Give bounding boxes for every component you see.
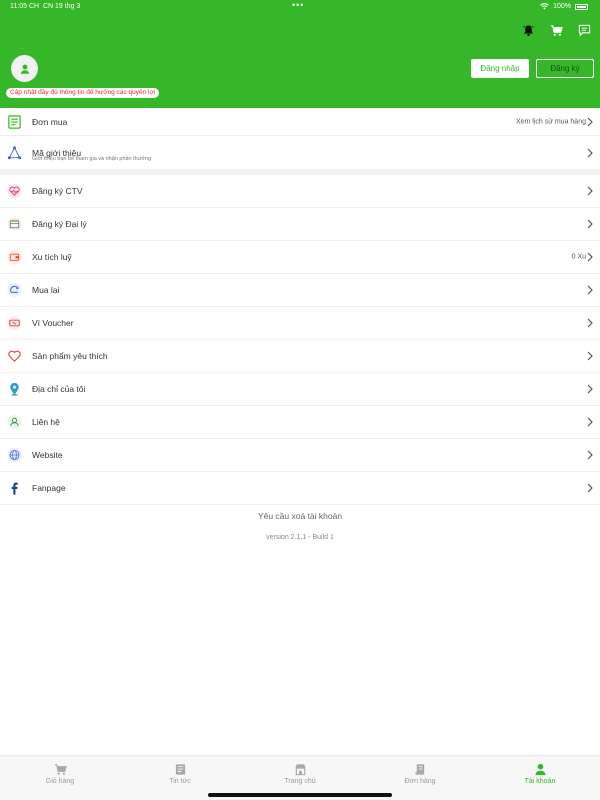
chevron-right-icon	[587, 318, 593, 328]
home-store-icon	[293, 762, 307, 776]
chevron-right-icon	[587, 483, 593, 493]
notification-bell-icon[interactable]	[520, 22, 536, 38]
user-icon	[20, 64, 29, 74]
tab-label: Trang chủ	[284, 778, 316, 785]
account-top-section: Đơn mua Xem lịch sử mua hàng Mã giới thi…	[0, 108, 600, 169]
order-history-link[interactable]: Xem lịch sử mua hàng	[516, 118, 586, 125]
menu-item-label: Ví Voucher	[32, 318, 74, 328]
multitask-dots: •••	[292, 0, 305, 10]
menu-item-fanpage[interactable]: Fanpage	[0, 472, 600, 505]
wifi-icon	[540, 3, 549, 10]
home-indicator	[208, 793, 392, 797]
orders-icon	[413, 762, 427, 776]
menu-item-rebuy[interactable]: Mua lại	[0, 274, 600, 307]
delete-account-link[interactable]: Yêu cầu xoá tài khoản	[0, 511, 600, 521]
menu-item-label: Xu tích luỹ	[32, 252, 72, 262]
points-balance: 0 Xu	[571, 253, 586, 261]
chevron-right-icon	[587, 384, 593, 394]
chevron-right-icon	[587, 148, 593, 157]
orders-row[interactable]: Đơn mua Xem lịch sử mua hàng	[0, 108, 600, 136]
wallet-icon	[6, 249, 23, 266]
tab-label: Tài khoản	[524, 778, 556, 785]
menu-item-favorites[interactable]: Sản phẩm yêu thích	[0, 340, 600, 373]
battery-percent: 100%	[553, 3, 571, 10]
globe-icon	[6, 447, 23, 464]
menu-item-voucher[interactable]: Ví Voucher	[0, 307, 600, 340]
menu-item-agent[interactable]: Đăng ký Đại lý	[0, 208, 600, 241]
chevron-right-icon	[587, 117, 593, 126]
avatar[interactable]	[11, 55, 38, 82]
login-button[interactable]: Đăng nhập	[471, 59, 529, 78]
location-pin-icon	[6, 381, 23, 398]
store-icon	[6, 216, 23, 233]
orders-list-icon	[6, 113, 23, 130]
news-icon	[173, 762, 187, 776]
chevron-right-icon	[587, 450, 593, 460]
menu-item-label: Fanpage	[32, 483, 66, 493]
account-menu-list: Đăng ký CTV Đăng ký Đại lý Xu tích luỹ 0…	[0, 175, 600, 505]
status-time-date: 11:05 CH CN 19 thg 3	[10, 3, 81, 10]
tab-cart[interactable]: Giỏ hàng	[0, 756, 120, 800]
chevron-right-icon	[587, 219, 593, 229]
menu-item-label: Liên hệ	[32, 417, 60, 427]
menu-item-label: Địa chỉ của tôi	[32, 384, 86, 394]
status-right: 100%	[540, 3, 588, 10]
tab-label: Tin tức	[169, 778, 191, 785]
tab-label: Đơn hàng	[404, 778, 436, 785]
status-bar: 11:05 CH CN 19 thg 3 ••• 100%	[0, 0, 600, 14]
heart-icon	[6, 348, 23, 365]
chevron-right-icon	[587, 186, 593, 196]
menu-item-label: Đăng ký Đại lý	[32, 219, 87, 229]
app-version: version 2.1.1 - Build 1	[266, 534, 334, 541]
cart-icon	[53, 762, 67, 776]
referral-row[interactable]: Mã giới thiệu Giới thiệu bạn bè tham gia…	[0, 136, 600, 169]
facebook-icon	[6, 480, 23, 497]
voucher-icon	[6, 315, 23, 332]
referral-network-icon	[6, 144, 23, 161]
menu-item-ctv[interactable]: Đăng ký CTV	[0, 175, 600, 208]
chevron-right-icon	[587, 252, 593, 262]
header-actions	[520, 22, 592, 38]
account-icon	[533, 762, 547, 776]
tab-label: Giỏ hàng	[45, 778, 75, 785]
menu-item-label: Sản phẩm yêu thích	[32, 351, 108, 361]
contact-icon	[6, 414, 23, 431]
menu-item-label: Mua lại	[32, 285, 60, 295]
register-button[interactable]: Đăng ký	[536, 59, 594, 78]
header: 11:05 CH CN 19 thg 3 ••• 100% Cập nhật đ…	[0, 0, 600, 108]
heart-pulse-icon	[6, 183, 23, 200]
menu-item-label: Website	[32, 450, 63, 460]
chevron-right-icon	[587, 285, 593, 295]
recycle-icon	[6, 282, 23, 299]
menu-item-website[interactable]: Website	[0, 439, 600, 472]
menu-item-address[interactable]: Địa chỉ của tôi	[0, 373, 600, 406]
menu-item-points[interactable]: Xu tích luỹ 0 Xu	[0, 241, 600, 274]
battery-icon	[575, 3, 588, 10]
menu-item-label: Đăng ký CTV	[32, 186, 83, 196]
tab-account[interactable]: Tài khoản	[480, 756, 600, 800]
chevron-right-icon	[587, 351, 593, 361]
menu-item-contact[interactable]: Liên hệ	[0, 406, 600, 439]
profile-update-note[interactable]: Cập nhật đầy đủ thông tin để hưởng các q…	[6, 88, 160, 98]
chevron-right-icon	[587, 417, 593, 427]
orders-label: Đơn mua	[32, 116, 68, 127]
chat-icon[interactable]	[576, 22, 592, 38]
referral-subtitle: Giới thiệu bạn bè tham gia và nhận phần …	[32, 156, 152, 162]
cart-icon[interactable]	[548, 22, 564, 38]
